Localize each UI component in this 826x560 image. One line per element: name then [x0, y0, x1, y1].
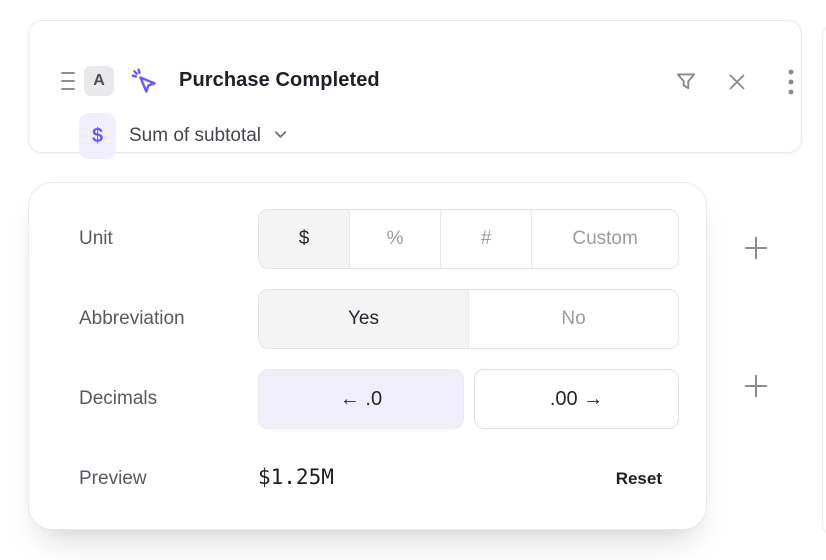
unit-option-percent[interactable]: %: [349, 210, 440, 268]
drag-handle-icon[interactable]: [61, 72, 77, 90]
close-icon[interactable]: [722, 67, 752, 97]
unit-option-number[interactable]: #: [440, 210, 531, 268]
decimals-label: Decimals: [79, 387, 157, 411]
adjacent-card-edge: [822, 22, 826, 538]
add-button-bottom[interactable]: [741, 371, 771, 401]
preview-label: Preview: [79, 467, 147, 491]
event-title[interactable]: Purchase Completed: [179, 69, 380, 92]
abbreviation-option-yes[interactable]: Yes: [259, 290, 468, 348]
abbreviation-option-no[interactable]: No: [468, 290, 678, 348]
metric-label: Sum of subtotal: [129, 125, 261, 147]
abbreviation-label: Abbreviation: [79, 307, 185, 331]
metric-selector[interactable]: Sum of subtotal: [129, 125, 289, 147]
reset-button[interactable]: Reset: [616, 469, 662, 489]
preview-value: $1.25M: [258, 465, 334, 489]
currency-badge: $: [79, 113, 116, 159]
cursor-click-icon: [129, 66, 159, 96]
abbreviation-segmented-control: Yes No: [258, 289, 679, 349]
decimals-decrease-button[interactable]: ← .0: [258, 369, 464, 429]
unit-option-custom[interactable]: Custom: [531, 210, 678, 268]
kebab-menu-icon[interactable]: [776, 67, 806, 97]
add-button-top[interactable]: [741, 233, 771, 263]
unit-option-dollar[interactable]: $: [259, 210, 349, 268]
metric-format-popover: A Purchase Completed $: [0, 0, 826, 560]
event-group-badge: A: [84, 66, 114, 96]
chevron-down-icon: [272, 126, 289, 146]
event-card: A Purchase Completed $: [28, 20, 802, 153]
unit-label: Unit: [79, 227, 113, 251]
format-panel: Unit $ % # Custom Abbreviation Yes No De…: [28, 182, 707, 530]
filter-icon[interactable]: [671, 67, 701, 97]
decimals-increase-button[interactable]: .00 →: [474, 369, 679, 429]
unit-segmented-control: $ % # Custom: [258, 209, 679, 269]
